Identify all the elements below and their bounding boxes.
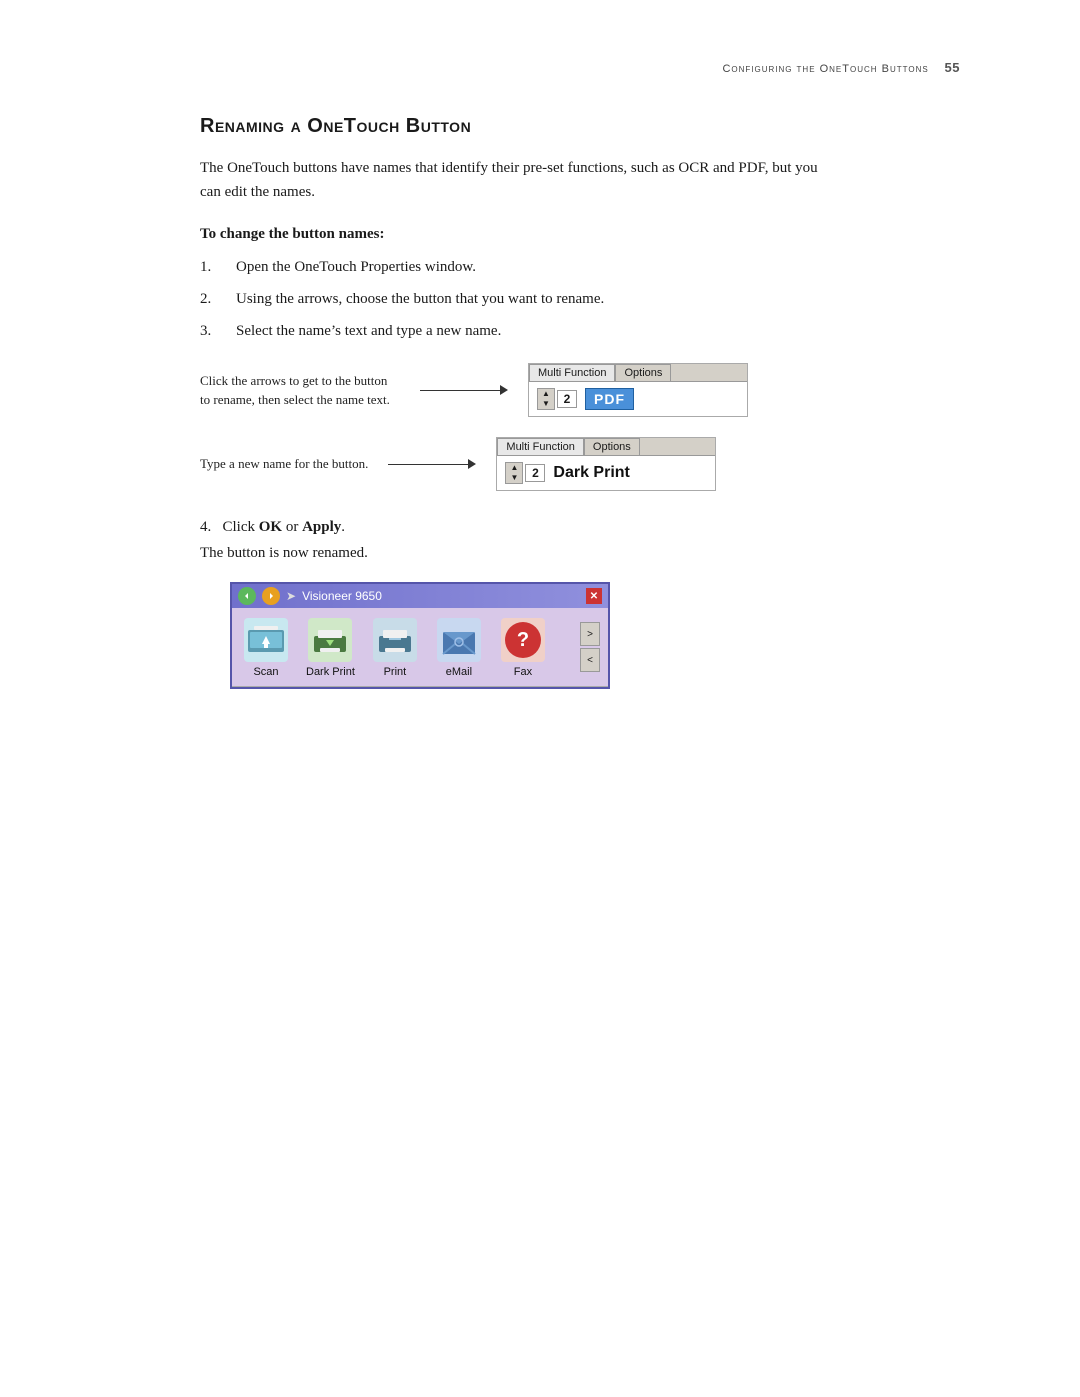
darkprint-screenshot: Multi Function Options ▲ ▼ 2 Dark Print [496,437,716,491]
pdf-tabs: Multi Function Options [529,364,747,382]
page-number: 55 [945,60,960,75]
fax-label: Fax [514,666,532,678]
illustration-area: Click the arrows to get to the button to… [200,363,960,491]
visioneer-toolbar: Scan Dark [232,608,608,687]
darkprint-label: Dark Print [553,464,629,482]
step-3: 3. Select the name’s text and type a new… [200,319,960,343]
multi-function-tab2[interactable]: Multi Function [497,438,583,455]
page: Configuring the OneTouch Buttons 55 Rena… [0,0,1080,1397]
options-tab[interactable]: Options [615,364,671,381]
side-arrow-next[interactable]: > [580,622,600,646]
title-left: ➤ Visioneer 9650 [238,587,382,605]
step-2: 2. Using the arrows, choose the button t… [200,287,960,311]
ok-label: OK [259,519,282,535]
step-1-text: Open the OneTouch Properties window. [236,255,960,279]
step-2-text: Using the arrows, choose the button that… [236,287,960,311]
bottom-arrow [388,459,476,469]
scan-button-item[interactable]: Scan [236,612,296,682]
print-button-item[interactable]: Print [365,612,425,682]
step-3-text: Select the name’s text and type a new na… [236,319,960,343]
email-button-item[interactable]: eMail [429,612,489,682]
scan-icon [242,616,290,664]
print-label: Print [384,666,407,678]
illustration-row-bottom: Type a new name for the button. Multi Fu… [200,437,960,491]
window-title: Visioneer 9650 [302,589,382,603]
visioneer-window: ➤ Visioneer 9650 ✕ [230,582,610,689]
email-label: eMail [446,666,472,678]
dark-print-label: Dark Print [306,666,355,678]
multi-function-tab[interactable]: Multi Function [529,364,615,381]
visioneer-titlebar: ➤ Visioneer 9650 ✕ [232,584,608,608]
illustration-row-top: Click the arrows to get to the button to… [200,363,960,417]
visioneer-buttons: Scan Dark [236,612,570,682]
darkprint-spinner[interactable]: ▲ ▼ [505,462,523,484]
renamed-text: The button is now renamed. [200,545,960,562]
darkprint-tabs: Multi Function Options [497,438,715,456]
section-title: Renaming a OneTouch Button [200,115,960,138]
step-2-num: 2. [200,287,236,311]
spin-down2[interactable]: ▼ [506,473,522,483]
nav-back-btn[interactable] [238,587,256,605]
svg-text:?: ? [517,629,529,651]
pdf-screenshot: Multi Function Options ▲ ▼ 2 PDF [528,363,748,417]
pdf-label: PDF [585,388,634,410]
top-arrow [420,385,508,395]
subsection-title: To change the button names: [200,226,960,243]
spin-up[interactable]: ▲ [538,389,554,399]
darkprint-num: 2 [525,464,545,482]
step-4-area: 4. Click OK or Apply. The button is now … [200,515,960,562]
step-3-num: 3. [200,319,236,343]
dark-print-icon [306,616,354,664]
step-4-intro: Click [223,519,259,535]
pdf-num: 2 [557,390,577,408]
fax-icon: ? [499,616,547,664]
pdf-body: ▲ ▼ 2 PDF [529,382,747,416]
chapter-title: Configuring the OneTouch Buttons [722,63,928,75]
step-4-num: 4. [200,519,211,535]
darkprint-body: ▲ ▼ 2 Dark Print [497,456,715,490]
window-arrow-icon: ➤ [286,589,296,603]
or-text: or [282,519,302,535]
fax-button-item[interactable]: ? Fax [493,612,553,682]
page-header: Configuring the OneTouch Buttons 55 [200,60,960,75]
intro-text: The OneTouch buttons have names that ide… [200,156,840,204]
side-arrow-prev[interactable]: < [580,648,600,672]
period: . [341,519,345,535]
window-close-btn[interactable]: ✕ [586,588,602,604]
spin-up2[interactable]: ▲ [506,463,522,473]
print-icon [371,616,419,664]
nav-forward-btn[interactable] [262,587,280,605]
steps-list: 1. Open the OneTouch Properties window. … [200,255,960,343]
options-tab2[interactable]: Options [584,438,640,455]
spin-down[interactable]: ▼ [538,399,554,409]
side-arrows: > < [580,612,604,682]
email-icon [435,616,483,664]
pdf-spinner[interactable]: ▲ ▼ [537,388,555,410]
apply-label: Apply [302,519,341,535]
step-4-text: 4. Click OK or Apply. [200,515,960,539]
scan-label: Scan [253,666,278,678]
step-1: 1. Open the OneTouch Properties window. [200,255,960,279]
dark-print-button-item[interactable]: Dark Print [300,612,361,682]
step-1-num: 1. [200,255,236,279]
top-caption: Click the arrows to get to the button to… [200,371,400,410]
bottom-caption: Type a new name for the button. [200,454,368,474]
